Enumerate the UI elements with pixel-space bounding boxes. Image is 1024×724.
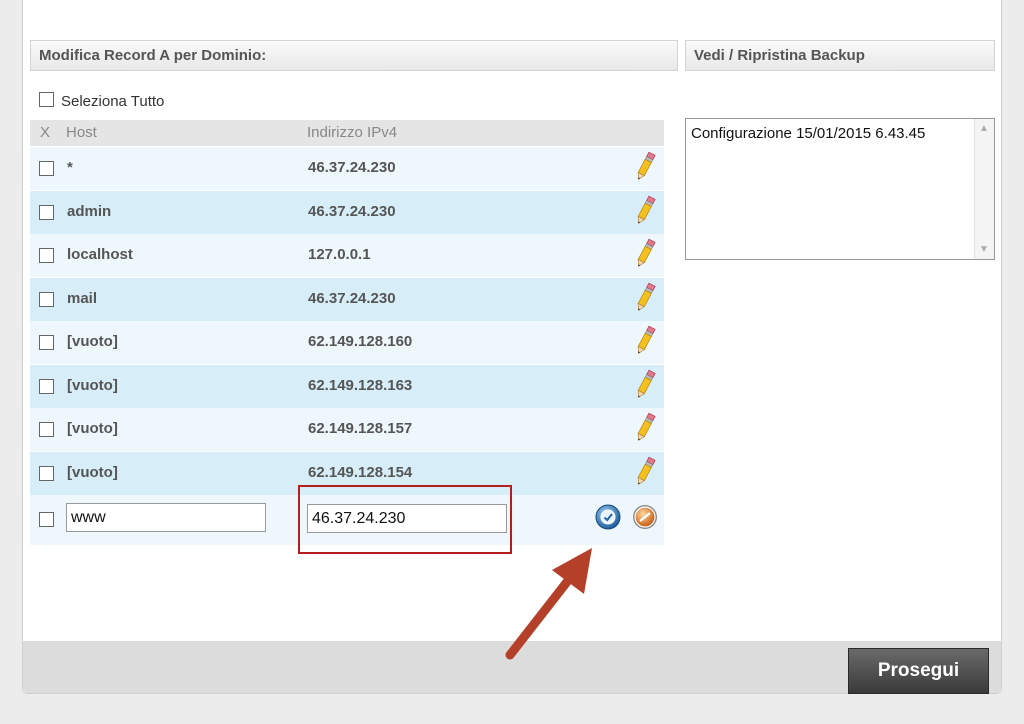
host-cell: * bbox=[67, 159, 73, 176]
pencil-icon[interactable] bbox=[633, 411, 657, 445]
ip-cell: 46.37.24.230 bbox=[308, 202, 396, 220]
table-row: localhost 127.0.0.1 bbox=[30, 234, 664, 277]
host-cell: [vuoto] bbox=[67, 463, 118, 481]
ip-cell: 62.149.128.154 bbox=[308, 463, 413, 481]
ip-cell: 62.149.128.163 bbox=[308, 376, 413, 394]
pencil-icon[interactable] bbox=[633, 368, 657, 402]
table-header: X Host Indirizzo IPv4 bbox=[30, 120, 664, 146]
ip-cell: 127.0.0.1 bbox=[308, 246, 371, 263]
host-cell: mail bbox=[67, 289, 98, 307]
table-row: [vuoto] 62.149.128.160 bbox=[30, 321, 664, 364]
column-header-host: Host bbox=[66, 124, 97, 141]
pencil-icon[interactable] bbox=[633, 150, 657, 184]
edit-row-checkbox[interactable] bbox=[39, 512, 54, 527]
ip-cell: 46.37.24.230 bbox=[308, 289, 396, 307]
row-checkbox[interactable] bbox=[39, 291, 54, 307]
row-checkbox[interactable] bbox=[39, 248, 54, 263]
pencil-icon[interactable] bbox=[633, 455, 657, 489]
backup-item[interactable]: Configurazione 15/01/2015 6.43.45 bbox=[691, 125, 925, 142]
row-checkbox[interactable] bbox=[39, 161, 54, 176]
confirm-icon[interactable] bbox=[595, 504, 621, 530]
pencil-icon[interactable] bbox=[633, 237, 657, 271]
table-row: admin 46.37.24.230 bbox=[30, 190, 664, 234]
scroll-up-icon[interactable]: ▲ bbox=[979, 123, 989, 134]
pencil-icon[interactable] bbox=[633, 194, 657, 228]
ip-cell: 62.149.128.160 bbox=[308, 333, 413, 350]
row-checkbox[interactable] bbox=[39, 422, 54, 437]
host-cell: [vuoto] bbox=[67, 420, 118, 437]
table-row: * 46.37.24.230 bbox=[30, 147, 664, 190]
scroll-down-icon[interactable]: ▼ bbox=[979, 244, 989, 255]
table-row: mail 46.37.24.230 bbox=[30, 277, 664, 321]
table-row: [vuoto] 62.149.128.163 bbox=[30, 364, 664, 408]
highlight-box bbox=[298, 485, 512, 554]
cancel-icon[interactable] bbox=[632, 504, 658, 530]
select-all-label: Seleziona Tutto bbox=[61, 93, 165, 110]
row-checkbox[interactable] bbox=[39, 378, 54, 394]
section-title-records: Modifica Record A per Dominio: bbox=[30, 40, 678, 71]
row-checkbox[interactable] bbox=[39, 465, 54, 481]
section-title-backup: Vedi / Ripristina Backup bbox=[685, 40, 995, 71]
host-input[interactable] bbox=[66, 503, 266, 532]
host-cell: [vuoto] bbox=[67, 333, 118, 350]
continue-button[interactable]: Prosegui bbox=[848, 648, 989, 694]
column-header-ip: Indirizzo IPv4 bbox=[307, 124, 398, 141]
ip-cell: 62.149.128.157 bbox=[308, 420, 413, 437]
pencil-icon[interactable] bbox=[633, 324, 657, 358]
backup-scrollbar[interactable]: ▲ ▼ bbox=[974, 119, 994, 259]
pencil-icon[interactable] bbox=[633, 281, 657, 315]
host-cell: localhost bbox=[67, 246, 133, 263]
row-checkbox[interactable] bbox=[39, 204, 54, 220]
ip-cell: 46.37.24.230 bbox=[308, 159, 396, 176]
host-cell: admin bbox=[67, 202, 112, 220]
select-all-checkbox[interactable] bbox=[39, 92, 54, 107]
column-header-x: X bbox=[40, 124, 51, 141]
host-cell: [vuoto] bbox=[67, 376, 118, 394]
table-row: [vuoto] 62.149.128.157 bbox=[30, 408, 664, 451]
row-checkbox[interactable] bbox=[39, 335, 54, 350]
backup-list[interactable]: Configurazione 15/01/2015 6.43.45 ▲ ▼ bbox=[685, 118, 995, 260]
annotation-arrow bbox=[505, 548, 592, 660]
